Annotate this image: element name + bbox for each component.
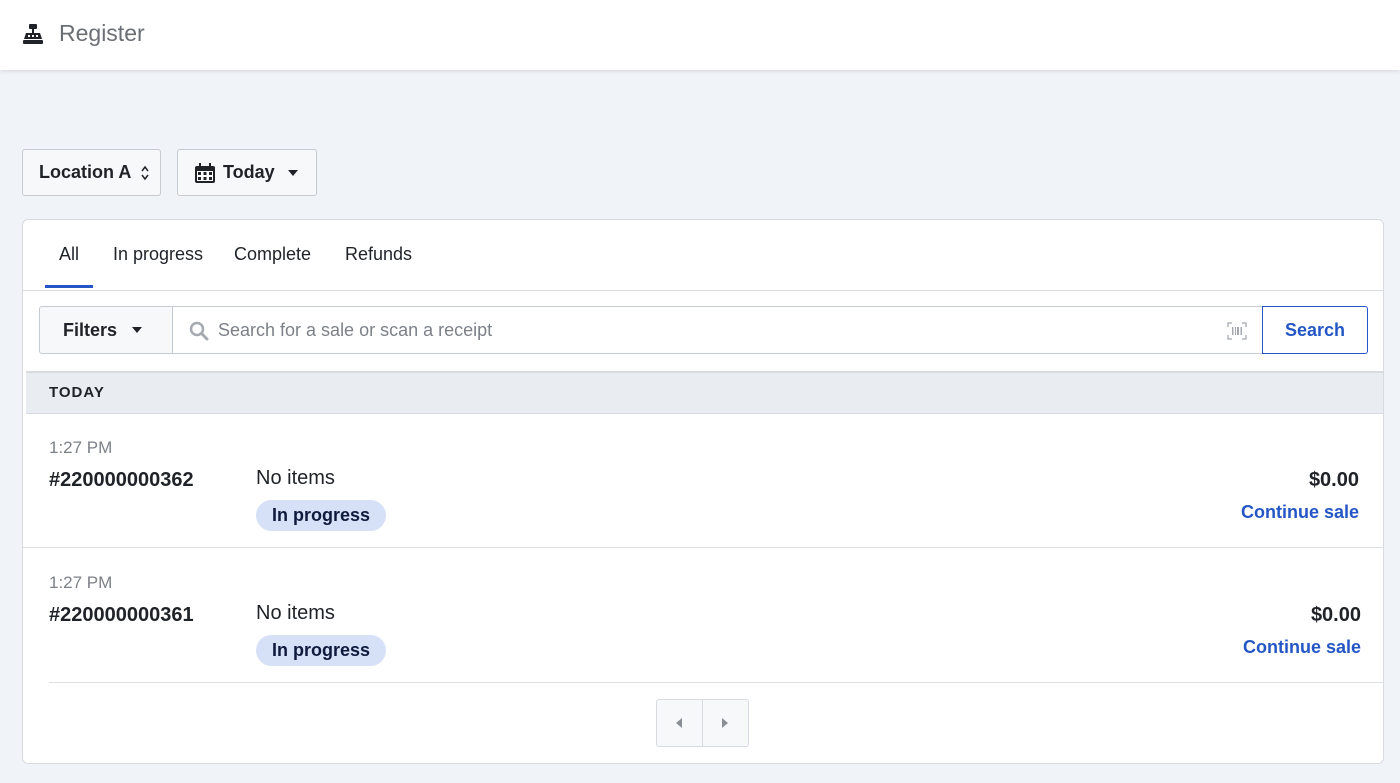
sale-row[interactable]: 1:27 PM #220000000361 No items In progre… [49,549,1383,683]
header-controls: Location A Today [22,149,317,196]
tab-complete[interactable]: Complete [234,244,311,265]
date-range-label: Today [223,162,275,182]
sale-number: #220000000361 [49,604,194,626]
search-row: Filters Search [39,306,1368,354]
top-bar: Register [0,0,1400,70]
sales-tabs: All In progress Complete Refunds [23,220,1383,291]
status-badge: In progress [256,635,387,666]
pagination [656,699,749,747]
next-page-button[interactable] [703,700,749,746]
caret-left-icon [676,718,683,728]
location-label: Location A [39,162,132,182]
caret-down-icon [132,327,143,333]
sale-number: #220000000362 [49,469,194,491]
filters-label: Filters [63,319,118,340]
continue-sale-link[interactable]: Continue sale [1243,637,1361,658]
tab-in-progress[interactable]: In progress [113,244,203,265]
sale-row[interactable]: 1:27 PM #220000000362 No items In progre… [23,414,1383,548]
sale-items: No items [256,467,335,489]
register-icon [23,24,43,44]
search-button[interactable]: Search [1262,306,1368,354]
tab-all[interactable]: All [44,244,94,288]
search-input[interactable] [218,315,1208,345]
sale-amount: $0.00 [1310,604,1361,626]
sale-time: 1:27 PM [49,438,113,457]
page-title: Register [59,20,145,46]
caret-down-icon [287,169,298,176]
search-field [172,306,1263,354]
caret-right-icon [722,718,729,728]
date-range-dropdown[interactable]: Today [177,149,317,196]
sale-amount: $0.00 [1308,469,1359,491]
sale-items: No items [256,602,335,624]
date-group-header: TODAY [26,371,1383,414]
tab-refunds[interactable]: Refunds [345,244,412,265]
calendar-icon [195,162,215,183]
filters-button[interactable]: Filters [39,306,173,354]
status-badge: In progress [256,500,387,531]
barcode-scan-icon[interactable] [1227,322,1247,340]
sales-panel: All In progress Complete Refunds Filters [22,219,1384,764]
location-select[interactable]: Location A [22,149,161,196]
up-down-chevron-icon [141,165,149,180]
sale-time: 1:27 PM [49,573,113,592]
previous-page-button[interactable] [657,700,703,746]
continue-sale-link[interactable]: Continue sale [1241,502,1359,523]
search-icon [189,321,209,341]
